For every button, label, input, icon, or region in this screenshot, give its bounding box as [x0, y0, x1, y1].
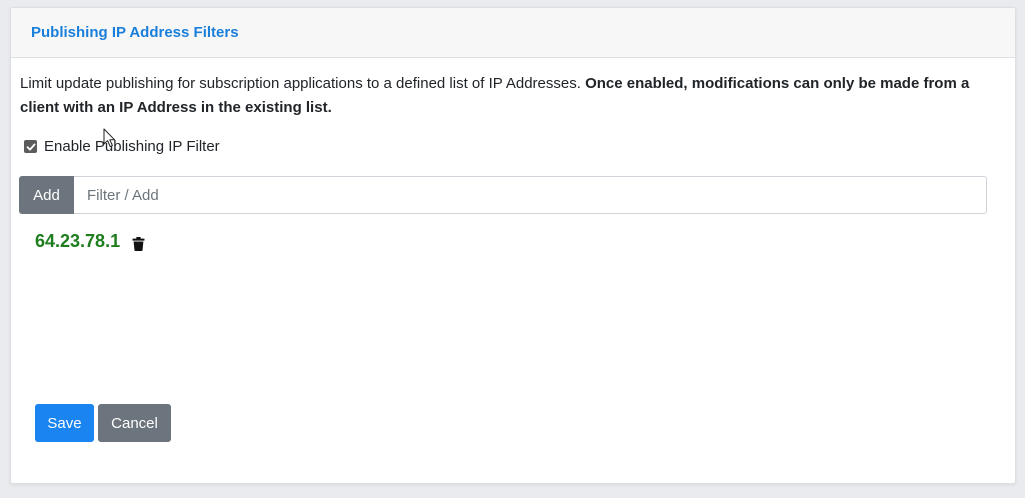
cancel-button[interactable]: Cancel — [98, 404, 171, 442]
filter-add-input[interactable] — [74, 176, 987, 214]
trash-icon[interactable] — [132, 236, 145, 251]
save-button[interactable]: Save — [35, 404, 94, 442]
checkmark-icon — [26, 143, 35, 150]
enable-filter-checkbox[interactable] — [24, 140, 37, 153]
list-item: 64.23.78.1 — [35, 231, 145, 252]
panel-header: Publishing IP Address Filters — [11, 8, 1015, 58]
description-text: Limit update publishing for subscription… — [20, 72, 985, 120]
enable-filter-label: Enable Publishing IP Filter — [44, 138, 220, 155]
mouse-cursor-icon — [103, 128, 116, 148]
ip-address-list: 64.23.78.1 — [35, 231, 145, 252]
enable-filter-checkbox-row[interactable]: Enable Publishing IP Filter — [24, 138, 220, 155]
add-button[interactable]: Add — [19, 176, 74, 214]
add-filter-group: Add — [19, 176, 987, 214]
ip-address: 64.23.78.1 — [35, 231, 121, 251]
description-normal: Limit update publishing for subscription… — [20, 75, 586, 92]
panel-title: Publishing IP Address Filters — [31, 24, 239, 41]
